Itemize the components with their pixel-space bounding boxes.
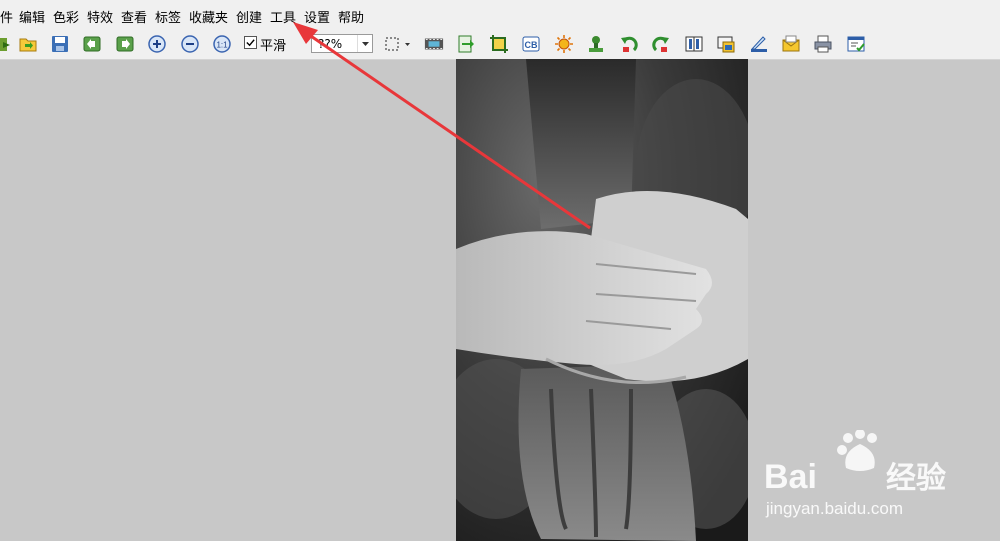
zoom-level-select[interactable]: ??% xyxy=(311,34,373,53)
chevron-down-icon[interactable] xyxy=(357,35,372,52)
brightness-icon[interactable] xyxy=(553,33,575,55)
zoom-in-icon[interactable] xyxy=(146,33,168,55)
menu-view[interactable]: 查看 xyxy=(121,7,147,26)
print-icon[interactable] xyxy=(812,33,834,55)
menu-tags[interactable]: 标签 xyxy=(155,7,181,26)
toolbar: 1:1 平滑 ??% CB xyxy=(0,30,1000,60)
actual-size-icon[interactable]: 1:1 xyxy=(211,33,233,55)
open-folder-icon[interactable] xyxy=(17,33,39,55)
menu-effects[interactable]: 特效 xyxy=(87,7,113,26)
export-icon[interactable] xyxy=(455,33,477,55)
crop-icon[interactable] xyxy=(488,33,510,55)
cb-icon[interactable]: CB xyxy=(520,33,542,55)
watermark-logo: Bai 经验 jingyan.baidu.com xyxy=(764,430,946,518)
menu-edit[interactable]: 编辑 xyxy=(19,7,45,26)
menu-file[interactable]: 件 xyxy=(0,7,13,26)
watermark-url: jingyan.baidu.com xyxy=(765,499,903,518)
watermark-brand-cn: 经验 xyxy=(886,461,946,496)
photo-image xyxy=(456,59,748,541)
stamp-icon[interactable] xyxy=(585,33,607,55)
previous-icon[interactable] xyxy=(81,33,103,55)
green-arrow-icon[interactable] xyxy=(0,33,14,55)
zoom-out-icon[interactable] xyxy=(179,33,201,55)
rotate-right-icon[interactable] xyxy=(650,33,672,55)
menu-color[interactable]: 色彩 xyxy=(53,7,79,26)
svg-text:1:1: 1:1 xyxy=(216,41,228,50)
filmstrip-icon[interactable] xyxy=(422,33,446,55)
menu-bar: 件 编辑 色彩 特效 查看 标签 收藏夹 创建 工具 设置 帮助 xyxy=(0,0,1000,30)
next-icon[interactable] xyxy=(114,33,136,55)
zoom-level-value: ??% xyxy=(318,37,343,51)
menu-favorites[interactable]: 收藏夹 xyxy=(189,7,228,26)
smooth-checkbox[interactable] xyxy=(244,36,257,49)
svg-text:CB: CB xyxy=(525,40,538,50)
menu-help[interactable]: 帮助 xyxy=(338,7,364,26)
smooth-label: 平滑 xyxy=(260,39,287,54)
scanner-icon[interactable] xyxy=(748,33,770,55)
menu-create[interactable]: 创建 xyxy=(236,7,262,26)
properties-icon[interactable] xyxy=(845,33,867,55)
menu-tools[interactable]: 工具 xyxy=(270,7,296,26)
rotate-left-icon[interactable] xyxy=(618,33,640,55)
resize-icon[interactable] xyxy=(715,33,737,55)
mirror-icon[interactable] xyxy=(683,33,705,55)
email-icon[interactable] xyxy=(780,33,802,55)
menu-settings[interactable]: 设置 xyxy=(304,7,330,26)
watermark-brand: Bai xyxy=(764,458,817,496)
selection-icon[interactable] xyxy=(382,33,412,55)
save-icon[interactable] xyxy=(49,33,71,55)
